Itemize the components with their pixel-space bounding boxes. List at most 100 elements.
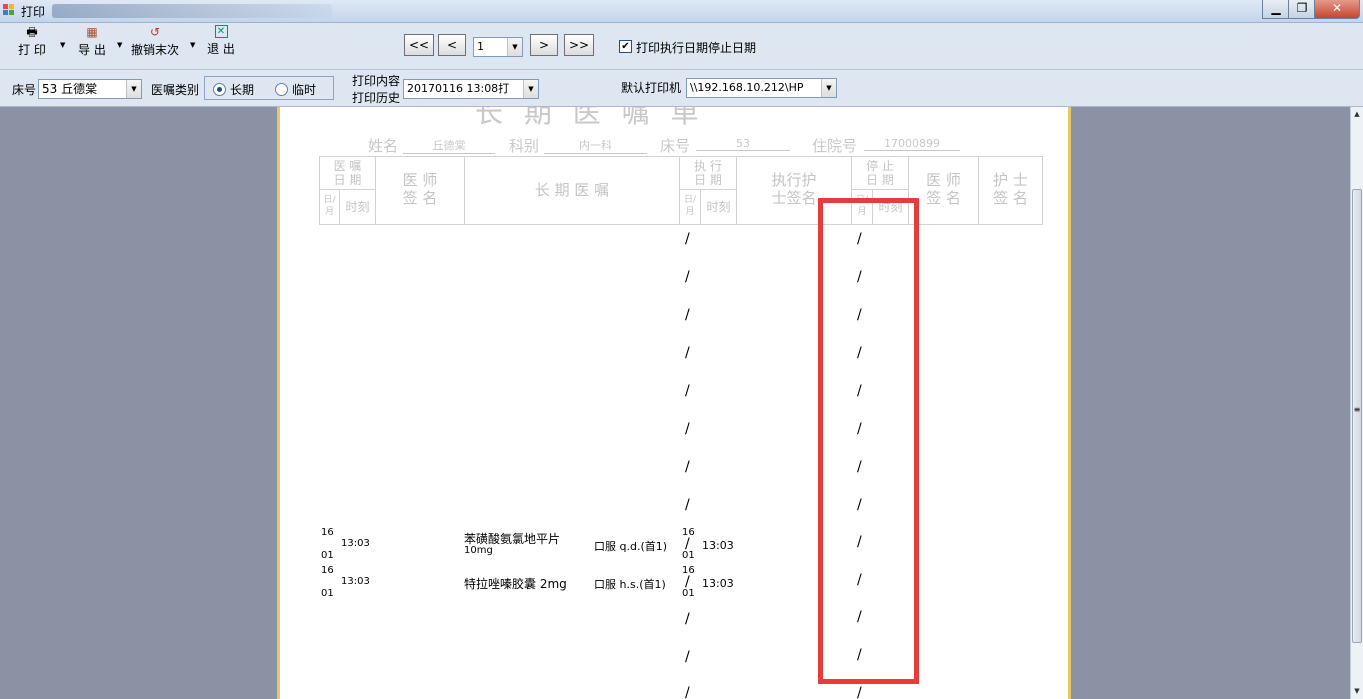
window-title: 打印 [21, 5, 46, 19]
bed-label: 床号 [12, 83, 37, 97]
name-value: 丘德棠 [403, 137, 495, 154]
print-history-value: 20170116 13:08打 [407, 82, 510, 95]
bed-info-label: 床号 [660, 137, 691, 155]
bed-select-value: 53 丘德棠 [42, 82, 98, 96]
header-long-term-order: 长 期 医 嘱 [464, 156, 680, 225]
first-page-button[interactable]: << [404, 34, 434, 56]
exec-month: 01 [682, 588, 695, 599]
dept-label: 科别 [509, 137, 540, 155]
print-history-select[interactable]: 20170116 13:08打 ▼ [403, 79, 539, 99]
date-slash: / [685, 611, 690, 627]
bed-info-value: 53 [696, 137, 790, 151]
order-time: 13:03 [341, 576, 370, 587]
bed-select[interactable]: 53 丘德棠 ▼ [38, 79, 142, 99]
date-slash: / [685, 497, 690, 513]
temporary-label: 临时 [292, 83, 317, 97]
title-bar: 打印 ▁ ❐ ✕ [0, 0, 1363, 23]
header-stop-date: 停 止 日 期 [851, 156, 909, 190]
exec-time: 13:03 [702, 577, 734, 590]
next-page-button[interactable]: > [530, 34, 558, 56]
print-button[interactable]: 🖶 打 印 [17, 25, 47, 58]
date-slash: / [685, 231, 690, 247]
last-page-button[interactable]: >> [564, 34, 594, 56]
header-exec-month-day: 日/月 [679, 189, 701, 225]
header-doctor-sign: 医 师 签 名 [375, 156, 465, 225]
exit-button[interactable]: ✕ 退 出 [206, 25, 236, 57]
page-number-value: 1 [477, 40, 484, 53]
export-dropdown-icon[interactable]: ▼ [117, 41, 122, 49]
order-day: 16 [321, 527, 334, 538]
exec-day: 16 [682, 565, 695, 576]
order-type-group: 长期 临时 [204, 76, 334, 100]
date-slash: / [685, 345, 690, 361]
header-exec-date: 执 行 日 期 [679, 156, 737, 190]
minimize-button[interactable]: ▁ [1262, 0, 1290, 19]
order-usage: 口服 h.s.(首1) [594, 578, 666, 591]
exec-time: 13:03 [702, 539, 734, 552]
page-number-select[interactable]: 1 ▼ [473, 37, 523, 57]
header-month-day: 日/月 [319, 189, 340, 225]
close-button[interactable]: ✕ [1314, 0, 1360, 19]
print-dropdown-icon[interactable]: ▼ [60, 41, 65, 49]
chevron-down-icon[interactable]: ▼ [821, 79, 836, 97]
print-preview-page[interactable]: 长 期 医 嘱 单 姓名 丘德棠 科别 内一科 床号 53 住院号 170008… [277, 107, 1071, 699]
scroll-up-icon[interactable]: ▲ [1351, 107, 1363, 121]
long-term-label: 长期 [230, 83, 255, 97]
order-time: 13:03 [341, 538, 370, 549]
undo-last-label: 撤销末次 [130, 43, 179, 57]
admission-label: 住院号 [812, 137, 858, 155]
default-printer-label: 默认打印机 [621, 81, 682, 95]
order-day: 16 [321, 565, 334, 576]
order-month: 01 [321, 550, 334, 561]
date-slash: / [685, 269, 690, 285]
dept-value: 内一科 [544, 137, 647, 154]
print-dates-checkbox[interactable]: ✔ [619, 40, 632, 53]
header-exec-time: 时刻 [700, 189, 737, 225]
exec-day: 16 [682, 527, 695, 538]
printer-value: \\192.168.10.212\HP [690, 81, 804, 94]
exec-month: 01 [682, 550, 695, 561]
print-label: 打 印 [18, 43, 46, 57]
printer-select[interactable]: \\192.168.10.212\HP ▼ [686, 78, 837, 98]
order-drug: 特拉唑嗪胶囊 2mg [464, 577, 567, 591]
order-usage: 口服 q.d.(首1) [594, 540, 668, 553]
chevron-down-icon[interactable]: ▼ [507, 38, 522, 56]
undo-last-button[interactable]: ↺ 撤销末次 [130, 25, 180, 58]
chevron-down-icon[interactable]: ▼ [523, 80, 538, 98]
date-slash: / [685, 459, 690, 475]
export-button[interactable]: ▦ 导 出 [77, 25, 107, 58]
printer-icon: 🖶 [26, 25, 38, 39]
name-label: 姓名 [368, 137, 399, 155]
title-redacted [52, 4, 332, 18]
maximize-button[interactable]: ❐ [1288, 0, 1316, 19]
admission-value: 17000899 [864, 137, 960, 151]
undo-icon: ↺ [149, 25, 161, 39]
grip-icon: ≡ [1353, 405, 1361, 414]
undo-dropdown-icon[interactable]: ▼ [190, 41, 195, 49]
export-icon: ▦ [86, 25, 98, 39]
toolbar: 🖶 打 印 ▼ ▦ 导 出 ▼ ↺ 撤销末次 ▼ ✕ 退 出 << < 1 ▼ … [0, 23, 1363, 70]
date-slash: / [685, 383, 690, 399]
vertical-scrollbar[interactable]: ▲ ≡ ▼ [1350, 107, 1363, 699]
temporary-radio[interactable] [275, 83, 288, 96]
date-slash: / [685, 421, 690, 437]
exit-icon: ✕ [214, 25, 228, 38]
order-dose: 10mg [464, 545, 493, 556]
exit-label: 退 出 [207, 42, 235, 56]
header-order-date: 医 嘱 日 期 [319, 156, 376, 190]
date-slash: / [685, 649, 690, 665]
filter-bar: 床号 53 丘德棠 ▼ 医嘱类别 长期 临时 打印内容 打印历史 2017011… [0, 70, 1363, 107]
export-label: 导 出 [78, 43, 106, 57]
app-icon [3, 4, 15, 16]
order-type-label: 医嘱类别 [151, 83, 200, 97]
date-slash: / [685, 307, 690, 323]
scroll-down-icon[interactable]: ▼ [1351, 684, 1363, 698]
chevron-down-icon[interactable]: ▼ [126, 80, 141, 98]
print-dates-label: 打印执行日期停止日期 [636, 41, 757, 55]
long-term-radio[interactable] [213, 83, 226, 96]
sheet-title: 长 期 医 嘱 单 [475, 107, 705, 129]
scroll-thumb[interactable]: ≡ [1352, 189, 1362, 643]
order-month: 01 [321, 588, 334, 599]
prev-page-button[interactable]: < [438, 34, 466, 56]
header-time: 时刻 [339, 189, 376, 225]
